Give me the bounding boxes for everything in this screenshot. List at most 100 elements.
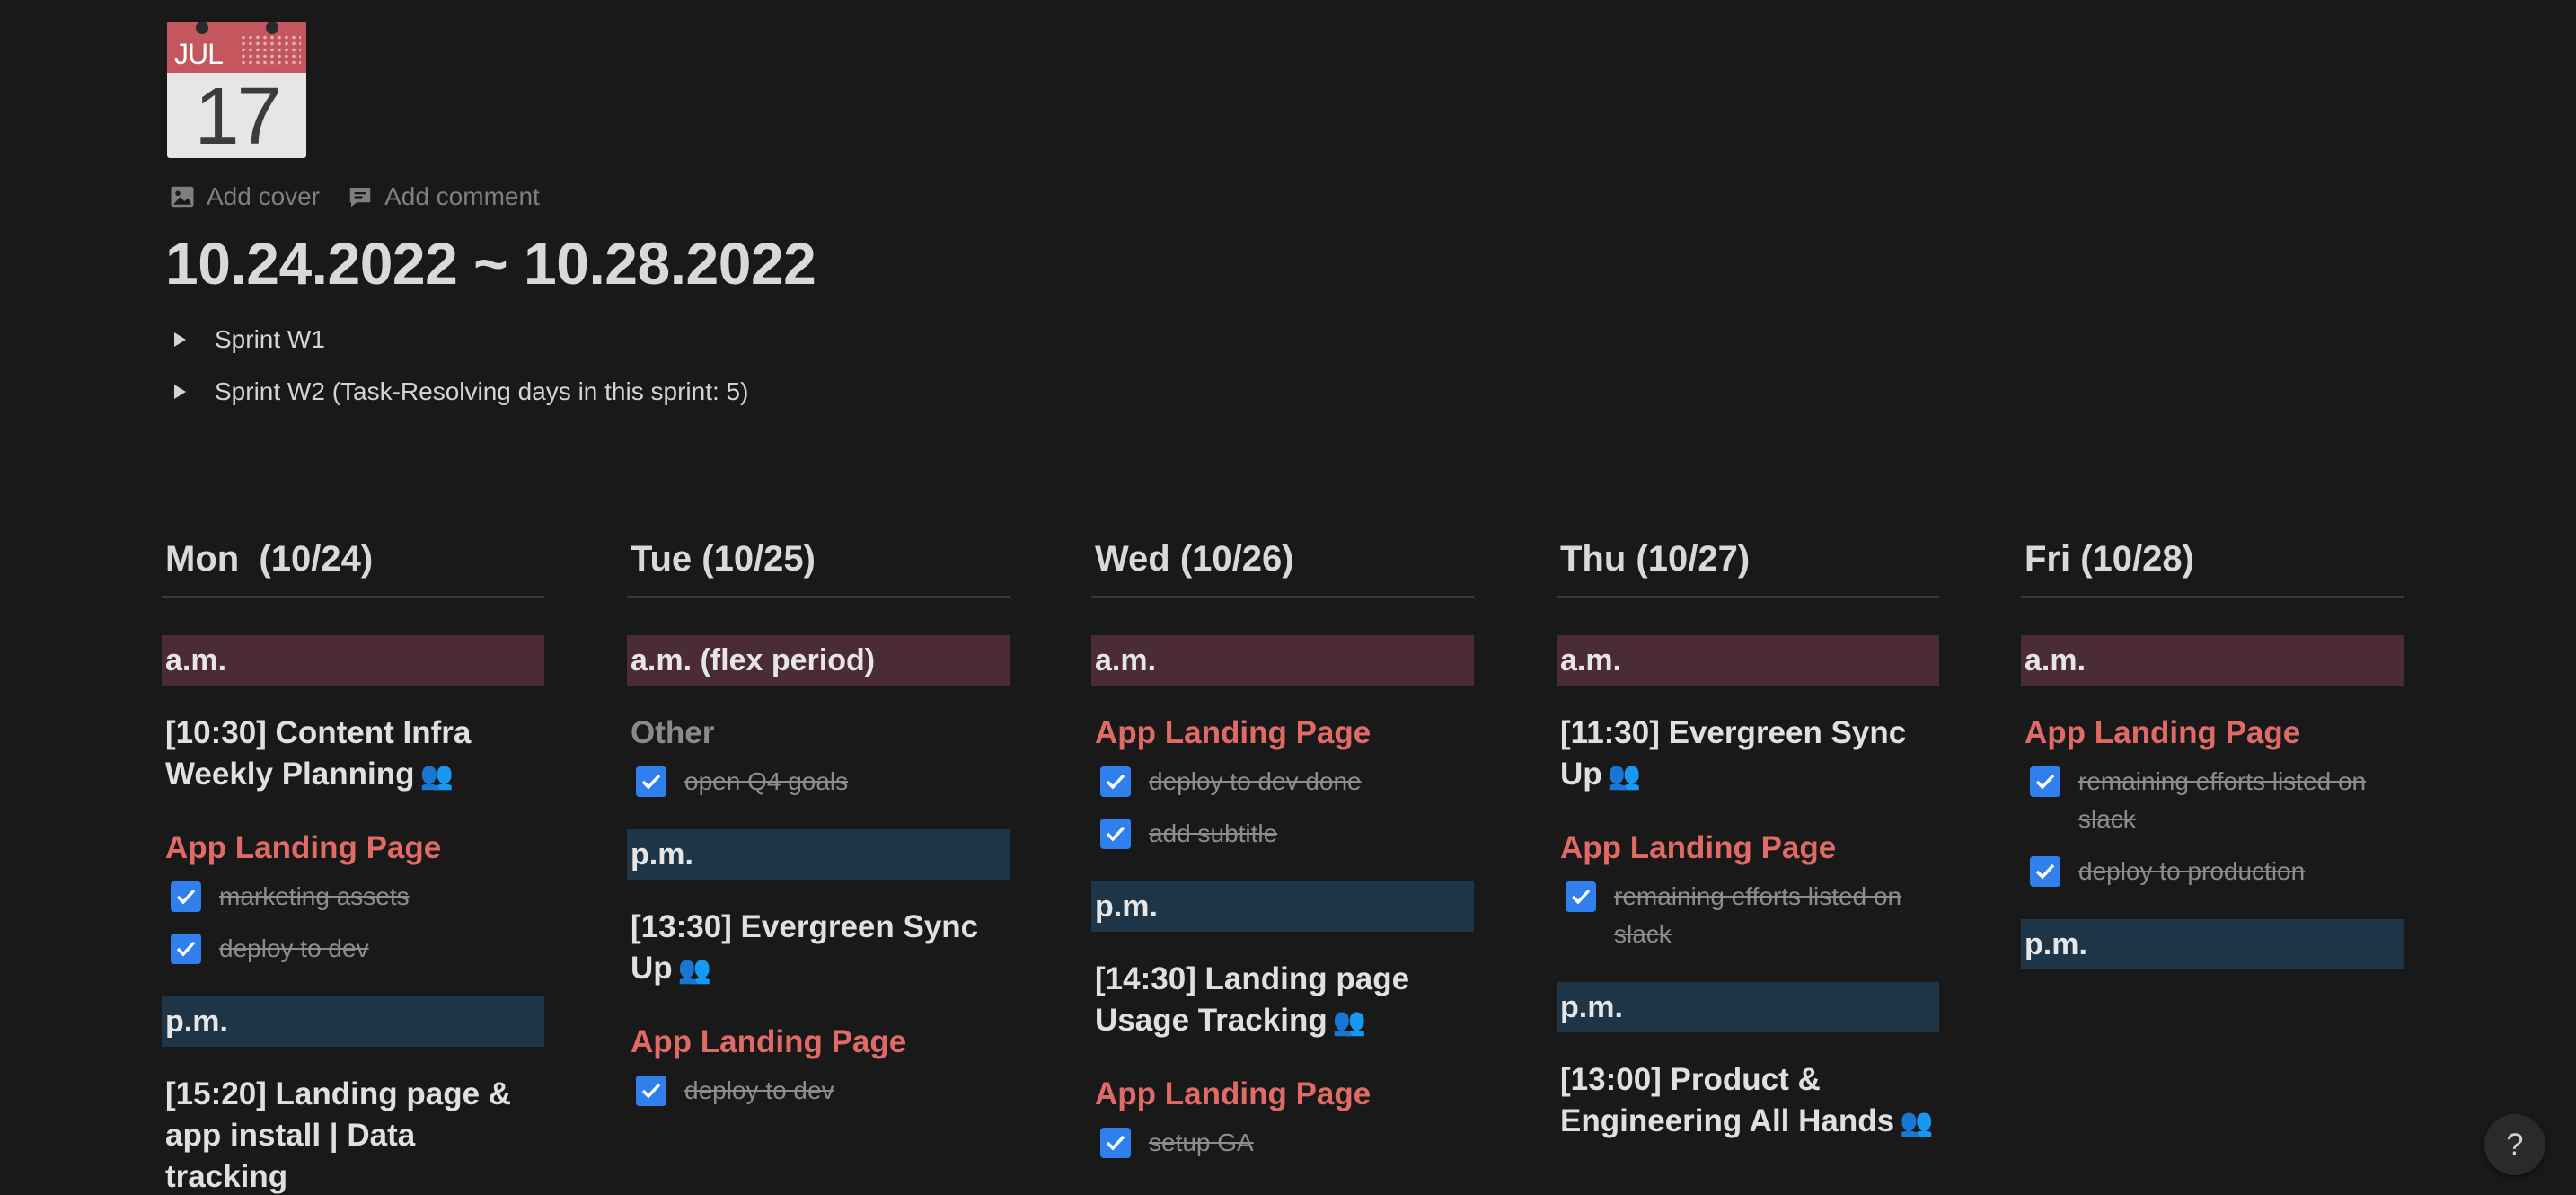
task-group: App Landing Page marketing assets deploy… [162,828,544,968]
toggle-sprint-w1[interactable]: Sprint W1 [174,325,325,354]
todo-item: deploy to dev [162,930,544,968]
group-title: Other [631,715,715,750]
people-icon: 👥 [1332,1007,1367,1037]
event-title: [13:00] Product & Engineering All Hands [1560,1062,1895,1138]
calendar-event[interactable]: [14:30] Landing page Usage Tracking 👥 [1091,959,1474,1043]
todo-item: open Q4 goals [627,763,1010,801]
day-column-thu: Thu (10/27) a.m. [11:30] Evergreen Sync … [1557,539,1939,1174]
todo-text[interactable]: remaining efforts listed on slack [1614,878,1939,953]
add-cover-label: Add cover [207,182,321,210]
pm-band: p.m. [2021,919,2404,969]
todo-item: remaining efforts listed on slack [1557,878,1939,953]
calendar-event[interactable]: [10:30] Content Infra Weekly Planning 👥 [162,713,544,797]
am-band: a.m. [2021,635,2404,686]
toggle-label: Sprint W1 [215,325,325,353]
checkbox-checked-icon[interactable] [636,766,666,797]
help-button[interactable]: ? [2484,1114,2545,1175]
group-title: App Landing Page [1095,715,1372,750]
checkbox-checked-icon[interactable] [171,881,201,912]
people-icon: 👥 [419,761,454,791]
checkbox-checked-icon[interactable] [1100,819,1131,849]
pm-band: p.m. [1557,982,1939,1032]
group-title: App Landing Page [2025,715,2301,750]
task-group: App Landing Page remaining efforts liste… [1557,828,1939,953]
day-column-mon: Mon (10/24) a.m. [10:30] Content Infra W… [162,539,544,1195]
calendar-page-icon[interactable]: JUL 17 [167,22,306,158]
todo-text[interactable]: remaining efforts listed on slack [2078,763,2404,838]
todo-text[interactable]: deploy to dev [219,930,369,968]
event-title: [15:20] Landing page & app install | Dat… [165,1076,512,1194]
todo-item: remaining efforts listed on slack [2021,763,2404,838]
task-group: App Landing Page setup GA [1091,1074,1474,1162]
todo-item: deploy to dev [627,1072,1010,1110]
pm-band: p.m. [627,829,1010,880]
todo-item: marketing assets [162,878,544,916]
task-group: App Landing Page deploy to dev [627,1022,1010,1110]
day-header: Tue (10/25) [627,539,1010,598]
calendar-event[interactable]: [11:30] Evergreen Sync Up 👥 [1557,713,1939,797]
day-header: Mon (10/24) [162,539,544,598]
todo-item: setup GA [1091,1124,1474,1162]
checkbox-checked-icon[interactable] [1566,881,1596,912]
page: JUL 17 Add cover Add comment 10.24.2022 … [0,0,2576,1195]
toggle-label: Sprint W2 (Task-Resolving days in this s… [215,377,749,405]
checkbox-checked-icon[interactable] [1100,766,1131,797]
day-column-tue: Tue (10/25) a.m. (flex period) Other ope… [627,539,1010,1138]
calendar-event[interactable]: [13:00] Product & Engineering All Hands 👥 [1557,1059,1939,1144]
group-title: App Landing Page [1560,830,1837,865]
add-comment-button[interactable]: Add comment [347,182,540,211]
checkbox-checked-icon[interactable] [2030,856,2060,887]
todo-text[interactable]: add subtitle [1149,815,1277,853]
todo-item: add subtitle [1091,815,1474,853]
toggle-sprint-w2[interactable]: Sprint W2 (Task-Resolving days in this s… [174,377,748,406]
todo-text[interactable]: deploy to dev done [1149,763,1362,801]
checkbox-checked-icon[interactable] [2030,766,2060,797]
task-group: App Landing Page deploy to dev done add … [1091,713,1474,853]
calendar-ring-icon [266,22,278,34]
am-band: a.m. (flex period) [627,635,1010,686]
am-band: a.m. [1557,635,1939,686]
calendar-event[interactable]: [15:20] Landing page & app install | Dat… [162,1074,544,1195]
day-column-wed: Wed (10/26) a.m. App Landing Page deploy… [1091,539,1474,1191]
day-header: Fri (10/28) [2021,539,2404,598]
pm-band: p.m. [1091,881,1474,932]
calendar-icon-header: JUL [167,22,306,73]
am-band: a.m. [1091,635,1474,686]
calendar-event[interactable]: [13:30] Evergreen Sync Up 👥 [627,907,1010,991]
task-group: App Landing Page remaining efforts liste… [2021,713,2404,890]
todo-text[interactable]: marketing assets [219,878,410,916]
todo-item: deploy to production [2021,853,2404,890]
toggle-triangle-icon[interactable] [174,385,186,399]
todo-text[interactable]: deploy to production [2078,853,2305,890]
group-title: App Landing Page [631,1024,907,1059]
add-cover-button[interactable]: Add cover [169,182,320,211]
checkbox-checked-icon[interactable] [1100,1128,1131,1158]
add-comment-label: Add comment [384,182,540,210]
calendar-day: 17 [194,72,281,158]
todo-text[interactable]: open Q4 goals [684,763,848,801]
group-title: App Landing Page [165,830,442,865]
todo-text[interactable]: setup GA [1149,1124,1254,1162]
calendar-month: JUL [174,38,224,70]
day-header: Wed (10/26) [1091,539,1474,598]
toggle-triangle-icon[interactable] [174,332,186,347]
page-controls: Add cover Add comment [169,182,540,211]
people-icon: 👥 [1900,1108,1934,1137]
group-title: App Landing Page [1095,1076,1372,1111]
todo-text[interactable]: deploy to dev [684,1072,834,1110]
page-title[interactable]: 10.24.2022 ~ 10.28.2022 [165,229,816,297]
calendar-dots [240,34,301,65]
calendar-ring-icon [196,22,208,34]
todo-item: deploy to dev done [1091,763,1474,801]
checkbox-checked-icon[interactable] [636,1076,666,1106]
pm-band: p.m. [162,996,544,1047]
day-header: Thu (10/27) [1557,539,1939,598]
checkbox-checked-icon[interactable] [171,934,201,964]
people-icon: 👥 [677,955,712,985]
am-band: a.m. [162,635,544,686]
task-group: Other open Q4 goals [627,713,1010,801]
comment-icon [349,188,371,208]
image-icon [171,186,194,208]
day-column-fri: Fri (10/28) a.m. App Landing Page remain… [2021,539,2404,996]
people-icon: 👥 [1607,761,1642,791]
